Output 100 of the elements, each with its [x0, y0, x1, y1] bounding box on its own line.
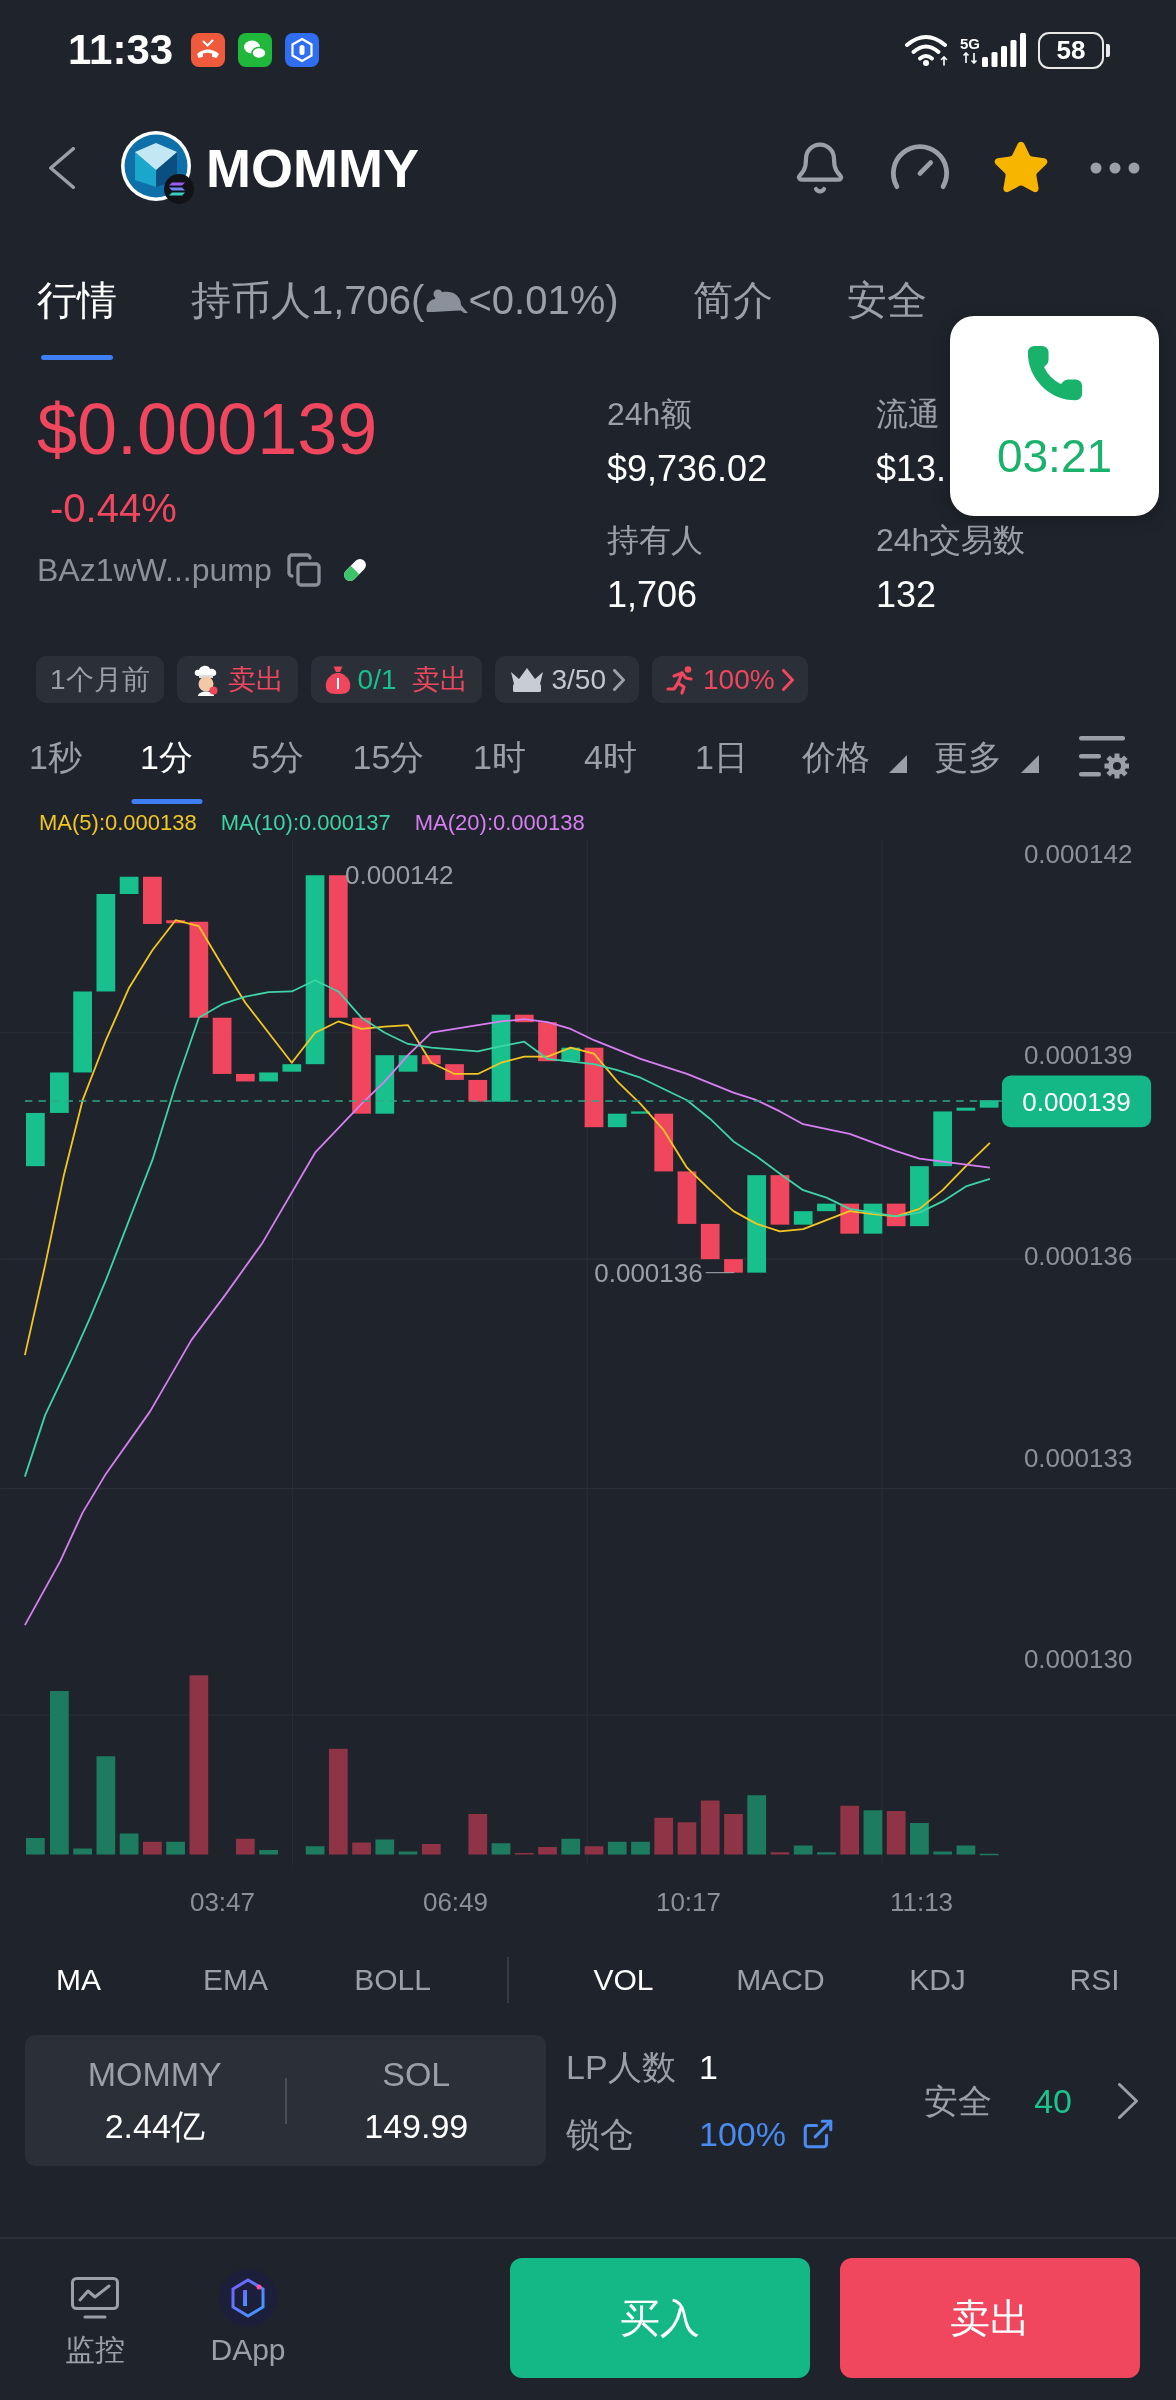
- sell-button[interactable]: 卖出: [840, 2258, 1140, 2378]
- time-axis-label: 10:17: [655, 1886, 722, 1919]
- indicator-tab[interactable]: RSI: [1016, 1959, 1173, 2000]
- last-price-tag: 0.000139: [1001, 1075, 1152, 1128]
- candle: [398, 1055, 418, 1072]
- volume-bar: [119, 1833, 139, 1855]
- stat-label: 24h额: [607, 395, 693, 434]
- dropdown-menu[interactable]: 价格: [802, 735, 907, 779]
- time-axis-label: 06:49: [422, 1886, 489, 1919]
- volume-bar: [700, 1800, 720, 1855]
- volume-bar: [538, 1847, 557, 1855]
- top-holders-tag[interactable]: 3/50: [494, 656, 639, 703]
- low-price-label: 0.000136: [594, 1257, 703, 1288]
- data-arrows-icon: [962, 52, 978, 64]
- chart-settings-icon[interactable]: [1079, 735, 1129, 779]
- interval-tab[interactable]: 1秒: [0, 703, 111, 804]
- tab[interactable]: 安全: [846, 236, 927, 360]
- dropdown-menu[interactable]: 更多: [934, 735, 1039, 779]
- tab[interactable]: 简介: [692, 236, 773, 360]
- volume-bar: [143, 1841, 162, 1855]
- pool-token-amount: 2.44亿: [104, 2105, 205, 2147]
- volume-bar: [491, 1843, 511, 1855]
- copy-icon[interactable]: [285, 552, 322, 588]
- token-title: MOMMY: [206, 137, 419, 199]
- candle: [654, 1113, 674, 1172]
- volume-bar: [863, 1810, 883, 1855]
- stat-value: $9,736.02: [607, 447, 768, 491]
- chevron-right-icon: [781, 668, 794, 691]
- indicator-tab[interactable]: BOLL: [314, 1959, 471, 2000]
- volume-bar: [26, 1838, 45, 1855]
- volume-bar: [677, 1822, 697, 1855]
- candle: [26, 1112, 45, 1167]
- lock-link[interactable]: 100%: [699, 2112, 835, 2156]
- network-type-label: 5G: [960, 36, 980, 52]
- price-axis-label: 0.000136: [1023, 1241, 1133, 1272]
- tab[interactable]: 持币人1,706( <0.01%): [191, 236, 619, 360]
- candle: [933, 1111, 953, 1167]
- low-price-leader: [705, 1272, 735, 1274]
- tab[interactable]: 行情: [37, 236, 117, 360]
- indicator-tab[interactable]: VOL: [545, 1959, 702, 2000]
- interval-tab[interactable]: 1日: [666, 703, 777, 804]
- interval-tab[interactable]: 5分: [222, 703, 333, 804]
- candle: [631, 1111, 650, 1114]
- candle: [817, 1203, 836, 1212]
- moving-average-label: MA(20):0.000138: [414, 808, 585, 837]
- price-change: -0.44%: [50, 486, 177, 530]
- pool-token-label: SOL: [382, 2053, 451, 2094]
- back-icon[interactable]: [49, 147, 75, 189]
- insider-tag[interactable]: 100%: [652, 656, 808, 703]
- monitor-shortcut[interactable]: 监控: [40, 2239, 150, 2368]
- candle: [235, 1073, 255, 1082]
- volume-bar: [305, 1846, 325, 1855]
- wifi-icon: [904, 33, 950, 67]
- chevron-right-icon: [613, 668, 625, 691]
- pool-token-amount: 149.99: [364, 2105, 469, 2147]
- candle: [910, 1166, 929, 1227]
- chevron-right-icon: [1118, 2082, 1138, 2119]
- indicator-tab[interactable]: EMA: [157, 1959, 314, 2000]
- volume-bar: [631, 1841, 650, 1855]
- price-axis-label: 0.000133: [1023, 1442, 1133, 1473]
- indicator-tab[interactable]: MACD: [702, 1959, 859, 2000]
- lp-count-label: LP人数: [566, 2047, 676, 2088]
- safety-button[interactable]: 安全 40: [924, 2078, 1138, 2123]
- interval-tab[interactable]: 4时: [555, 703, 666, 804]
- dapp-shortcut[interactable]: DApp: [193, 2239, 303, 2368]
- volume-bar: [979, 1853, 999, 1856]
- lock-label: 锁仓: [566, 2114, 634, 2155]
- candle: [607, 1113, 627, 1128]
- dev-sell-tag[interactable]: 卖出: [176, 656, 298, 703]
- volume-bar: [956, 1845, 976, 1855]
- chat-notification-icon: [238, 33, 273, 67]
- candle: [677, 1171, 697, 1224]
- interval-tab[interactable]: 15分: [333, 703, 444, 804]
- volume-bar: [398, 1851, 418, 1855]
- candle: [700, 1223, 720, 1260]
- stat-label: 持有人: [607, 521, 703, 560]
- moving-average-label: MA(10):0.000137: [220, 808, 391, 837]
- candle: [956, 1107, 976, 1111]
- more-icon[interactable]: [1090, 162, 1140, 174]
- candle: [282, 1064, 302, 1072]
- signal-bars-icon: [982, 33, 1026, 67]
- candle: [166, 920, 185, 924]
- high-price-label: 0.000142: [345, 860, 454, 891]
- crown-icon: [508, 666, 545, 693]
- interval-tab[interactable]: 1时: [444, 703, 555, 804]
- sniper-sell-tag[interactable]: 0/1 卖出: [310, 656, 482, 703]
- indicator-tab[interactable]: KDJ: [859, 1959, 1016, 2000]
- listing-age-tag[interactable]: 1个月前: [36, 656, 164, 703]
- volume-bar: [73, 1848, 92, 1855]
- lp-count-value: 1: [699, 2047, 718, 2088]
- interval-tab[interactable]: 1分: [111, 703, 222, 804]
- volume-bar: [724, 1814, 743, 1855]
- volume-bar: [747, 1795, 767, 1855]
- phone-notification-icon: [191, 33, 226, 67]
- contract-address: BAz1wW...pump: [37, 551, 272, 590]
- stat-value: $13.: [876, 447, 947, 491]
- candle: [421, 1055, 441, 1065]
- indicator-tab[interactable]: MA: [0, 1959, 157, 2000]
- candle: [119, 876, 139, 894]
- candle: [375, 1055, 395, 1114]
